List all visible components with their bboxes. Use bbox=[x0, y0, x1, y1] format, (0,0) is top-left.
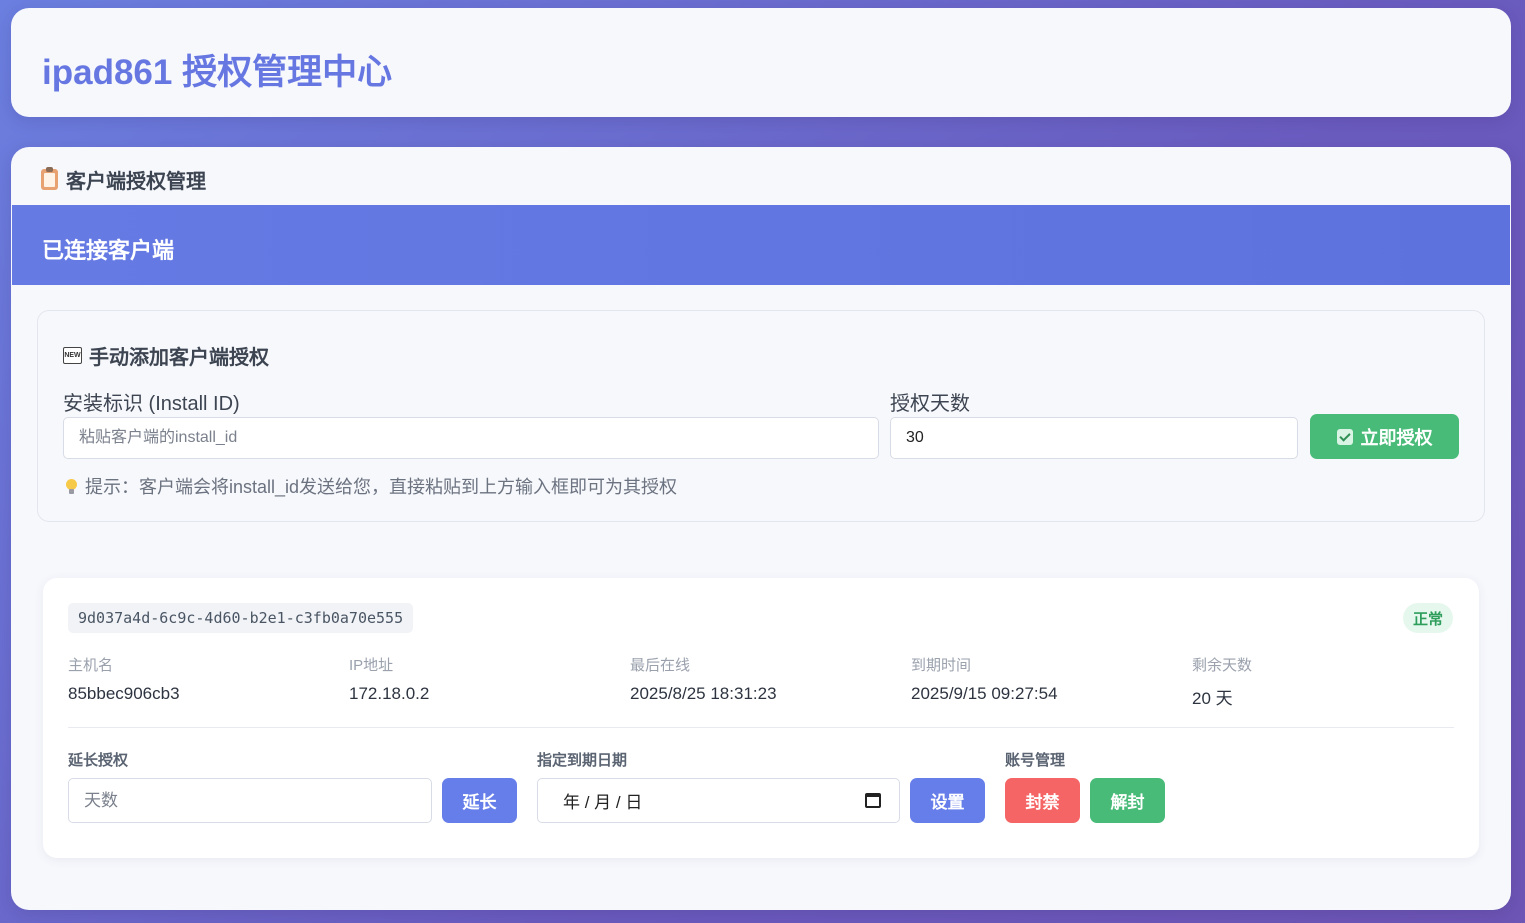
info-expiry: 到期时间 2025/9/15 09:27:54 bbox=[911, 654, 1058, 704]
hint-text: 提示：客户端会将install_id发送给您，直接粘贴到上方输入框即可为其授权 bbox=[66, 473, 677, 499]
info-value: 20 天 bbox=[1192, 689, 1233, 708]
section-title: 客户端授权管理 bbox=[66, 171, 206, 193]
account-label: 账号管理 bbox=[1005, 752, 1066, 769]
expiry-date-input[interactable]: 年 / 月 / 日 bbox=[537, 778, 900, 823]
extend-label: 延长授权 bbox=[68, 752, 129, 769]
unban-button[interactable]: 解封 bbox=[1090, 778, 1165, 823]
days-input[interactable] bbox=[890, 417, 1298, 459]
add-form-title-text: 手动添加客户端授权 bbox=[89, 347, 269, 369]
authorize-now-label: 立即授权 bbox=[1360, 427, 1433, 448]
section-header: 客户端授权管理 bbox=[41, 165, 206, 194]
info-label: IP地址 bbox=[349, 657, 394, 674]
info-value: 2025/8/25 18:31:23 bbox=[630, 684, 777, 703]
page-title: ipad861 授权管理中心 bbox=[42, 53, 393, 92]
install-id-label: 安装标识 (Install ID) bbox=[63, 393, 240, 415]
set-date-label: 指定到期日期 bbox=[537, 752, 628, 769]
banner-title: 已连接客户端 bbox=[42, 238, 175, 263]
install-id-input[interactable] bbox=[63, 417, 879, 459]
authorize-now-button[interactable]: 立即授权 bbox=[1310, 414, 1459, 459]
add-form-title: NEW 手动添加客户端授权 bbox=[63, 341, 269, 370]
info-label: 到期时间 bbox=[911, 657, 972, 674]
client-install-id: 9d037a4d-6c9c-4d60-b2e1-c3fb0a70e555 bbox=[68, 603, 414, 633]
info-last-online: 最后在线 2025/8/25 18:31:23 bbox=[630, 654, 777, 704]
header-card: ipad861 授权管理中心 bbox=[11, 8, 1511, 117]
status-badge: 正常 bbox=[1402, 603, 1453, 633]
date-placeholder: 年 / 月 / 日 bbox=[563, 793, 643, 812]
info-label: 主机名 bbox=[68, 657, 114, 674]
manual-add-form: NEW 手动添加客户端授权 安装标识 (Install ID) 授权天数 立即授… bbox=[37, 310, 1485, 522]
connected-clients-banner: 已连接客户端 bbox=[12, 205, 1510, 285]
divider bbox=[68, 727, 1454, 728]
info-label: 剩余天数 bbox=[1192, 657, 1253, 674]
hint-message: 提示：客户端会将install_id发送给您，直接粘贴到上方输入框即可为其授权 bbox=[85, 477, 678, 497]
extend-button[interactable]: 延长 bbox=[442, 778, 517, 823]
main-panel: 客户端授权管理 已连接客户端 NEW 手动添加客户端授权 安装标识 (Insta… bbox=[11, 147, 1511, 910]
check-icon bbox=[1336, 428, 1353, 445]
ban-button[interactable]: 封禁 bbox=[1005, 778, 1080, 823]
lightbulb-icon bbox=[66, 478, 77, 494]
client-card: 9d037a4d-6c9c-4d60-b2e1-c3fb0a70e555 正常 … bbox=[43, 578, 1479, 858]
days-label: 授权天数 bbox=[890, 393, 970, 415]
info-ip: IP地址 172.18.0.2 bbox=[349, 654, 429, 704]
extend-days-input[interactable] bbox=[68, 778, 432, 823]
new-badge-icon: NEW bbox=[63, 347, 82, 364]
info-value: 2025/9/15 09:27:54 bbox=[911, 684, 1058, 703]
info-label: 最后在线 bbox=[630, 657, 691, 674]
info-value: 85bbec906cb3 bbox=[68, 684, 180, 703]
info-value: 172.18.0.2 bbox=[349, 684, 430, 703]
info-remaining-days: 剩余天数 20 天 bbox=[1192, 654, 1252, 709]
clipboard-icon bbox=[41, 167, 58, 190]
info-hostname: 主机名 85bbec906cb3 bbox=[68, 654, 180, 704]
set-date-button[interactable]: 设置 bbox=[910, 778, 985, 823]
calendar-icon[interactable] bbox=[865, 793, 881, 808]
